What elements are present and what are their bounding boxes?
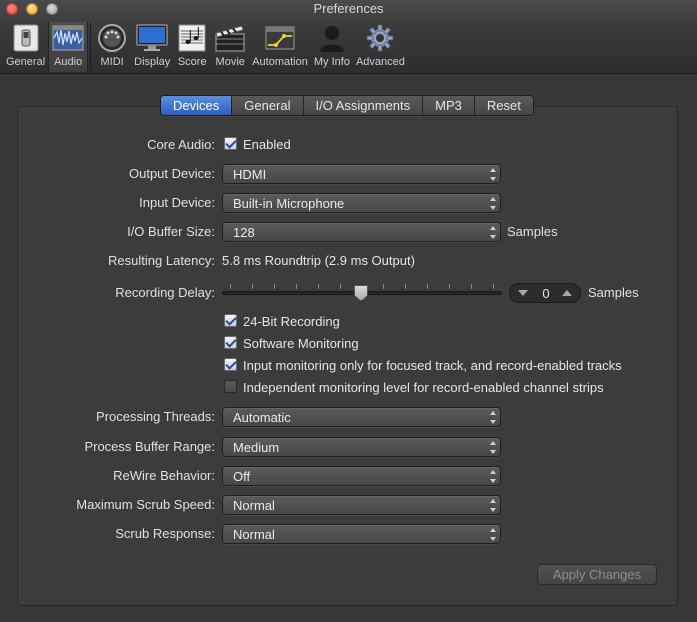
- window-title: Preferences: [313, 1, 384, 16]
- input-device-label: Input Device:: [139, 195, 215, 210]
- popup-arrows-icon: [489, 528, 496, 541]
- popup-arrows-icon: [489, 470, 496, 483]
- max-scrub-speed-value: Normal: [233, 498, 275, 513]
- toolbar-item-display[interactable]: Display: [131, 22, 173, 72]
- tab-reset[interactable]: Reset: [474, 96, 533, 115]
- 24-bit-recording-checkbox[interactable]: [224, 314, 237, 327]
- max-scrub-speed-label: Maximum Scrub Speed:: [76, 497, 215, 512]
- rewire-behavior-label: ReWire Behavior:: [113, 468, 215, 483]
- toolbar-item-general[interactable]: General: [3, 22, 48, 72]
- rewire-behavior-value: Off: [233, 469, 251, 484]
- popup-arrows-icon: [489, 441, 496, 454]
- music-score-icon: [176, 22, 208, 54]
- apply-changes-button[interactable]: Apply Changes: [537, 564, 657, 585]
- input-monitoring-focused-label: Input monitoring only for focused track,…: [243, 358, 622, 373]
- recording-delay-stepper[interactable]: 0: [509, 283, 581, 303]
- tab-mp3[interactable]: MP3: [423, 96, 475, 115]
- input-monitoring-focused-checkbox[interactable]: [224, 358, 237, 371]
- core-audio-checkbox[interactable]: [224, 137, 237, 150]
- recording-delay-label: Recording Delay:: [115, 285, 215, 300]
- resulting-latency-label: Resulting Latency:: [108, 253, 215, 268]
- clapperboard-icon: [214, 22, 246, 54]
- process-buffer-range-label: Process Buffer Range:: [84, 439, 215, 454]
- output-device-value: HDMI: [233, 167, 267, 182]
- scrub-response-popup[interactable]: Normal: [222, 524, 501, 544]
- output-device-label: Output Device:: [129, 166, 215, 181]
- processing-threads-popup[interactable]: Automatic: [222, 407, 501, 427]
- toolbar-separator: [90, 22, 92, 70]
- max-scrub-speed-popup[interactable]: Normal: [222, 495, 501, 515]
- slider-tick: [427, 284, 428, 289]
- slider-tick: [230, 284, 231, 289]
- input-device-popup[interactable]: Built-in Microphone: [222, 193, 501, 213]
- independent-monitoring-label: Independent monitoring level for record-…: [243, 380, 604, 395]
- slider-tick: [493, 284, 494, 289]
- audio-waveform-icon: [52, 22, 84, 54]
- slider-tick: [449, 284, 450, 289]
- monitor-icon: [136, 22, 168, 54]
- io-buffer-size-popup[interactable]: 128: [222, 222, 501, 242]
- preferences-toolbar: General Audio MIDI Display Score Movie A…: [3, 22, 408, 72]
- output-device-popup[interactable]: HDMI: [222, 164, 501, 184]
- independent-monitoring-checkbox[interactable]: [224, 380, 237, 393]
- slider-tick: [383, 284, 384, 289]
- software-monitoring-checkbox[interactable]: [224, 336, 237, 349]
- scrub-response-value: Normal: [233, 527, 275, 542]
- recording-delay-unit: Samples: [588, 285, 639, 300]
- toolbar-item-movie[interactable]: Movie: [211, 22, 249, 72]
- popup-arrows-icon: [489, 411, 496, 424]
- software-monitoring-label: Software Monitoring: [243, 336, 359, 351]
- person-icon: [316, 22, 348, 54]
- gear-icon: [364, 22, 396, 54]
- slider-tick: [296, 284, 297, 289]
- processing-threads-label: Processing Threads:: [96, 409, 215, 424]
- popup-arrows-icon: [489, 226, 496, 239]
- midi-connector-icon: [96, 22, 128, 54]
- rewire-behavior-popup[interactable]: Off: [222, 466, 501, 486]
- resulting-latency-value: 5.8 ms Roundtrip (2.9 ms Output): [222, 253, 415, 268]
- toolbar-item-audio[interactable]: Audio: [48, 22, 89, 72]
- toolbar-item-midi[interactable]: MIDI: [93, 22, 131, 72]
- 24-bit-recording-label: 24-Bit Recording: [243, 314, 340, 329]
- title-bar: Preferences General Audio MIDI Display S…: [0, 0, 697, 74]
- switch-icon: [10, 22, 42, 54]
- slider-tick: [471, 284, 472, 289]
- popup-arrows-icon: [489, 197, 496, 210]
- slider-tick: [405, 284, 406, 289]
- core-audio-label: Core Audio:: [147, 137, 215, 152]
- core-audio-checkbox-label: Enabled: [243, 137, 291, 152]
- slider-tick: [340, 284, 341, 289]
- popup-arrows-icon: [489, 168, 496, 181]
- slider-tick: [318, 284, 319, 289]
- toolbar-item-my-info[interactable]: My Info: [311, 22, 353, 72]
- tab-bar: Devices General I/O Assignments MP3 Rese…: [160, 95, 534, 116]
- processing-threads-value: Automatic: [233, 410, 291, 425]
- toolbar-item-score[interactable]: Score: [173, 22, 211, 72]
- toolbar-item-automation[interactable]: Automation: [249, 22, 311, 72]
- tab-io-assignments[interactable]: I/O Assignments: [303, 96, 424, 115]
- toolbar-item-advanced[interactable]: Advanced: [353, 22, 408, 72]
- tab-general[interactable]: General: [232, 96, 304, 115]
- slider-tick: [274, 284, 275, 289]
- stepper-increment-icon[interactable]: [562, 290, 572, 296]
- slider-tick: [252, 284, 253, 289]
- tab-devices[interactable]: Devices: [161, 96, 233, 115]
- scrub-response-label: Scrub Response:: [115, 526, 215, 541]
- input-device-value: Built-in Microphone: [233, 196, 345, 211]
- io-buffer-size-unit: Samples: [507, 224, 558, 239]
- process-buffer-range-popup[interactable]: Medium: [222, 437, 501, 457]
- process-buffer-range-value: Medium: [233, 440, 280, 455]
- automation-curve-icon: [264, 22, 296, 54]
- io-buffer-size-label: I/O Buffer Size:: [127, 224, 215, 239]
- popup-arrows-icon: [489, 499, 496, 512]
- io-buffer-size-value: 128: [233, 225, 255, 240]
